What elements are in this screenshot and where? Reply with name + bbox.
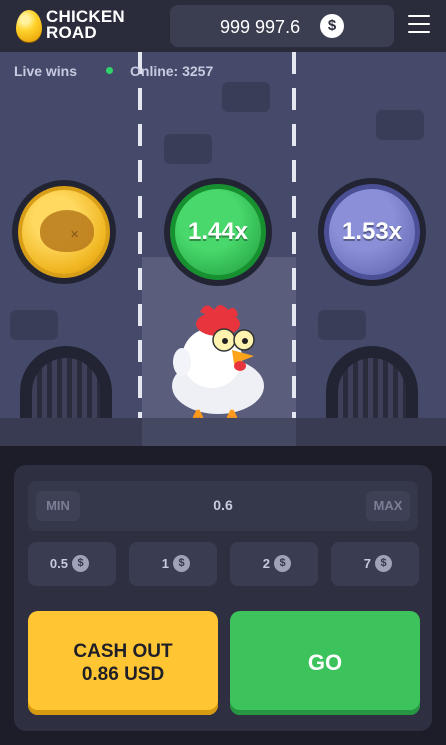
logo-text: CHICKEN ROAD bbox=[46, 8, 125, 42]
wall-brick bbox=[318, 310, 366, 340]
balance-display[interactable]: 999 997.6 $ bbox=[170, 5, 394, 47]
online-count: Online: 3257 bbox=[130, 63, 214, 79]
wall-brick bbox=[10, 310, 58, 340]
quick-bet-button[interactable]: 7 $ bbox=[331, 542, 419, 586]
quick-bet-button[interactable]: 1 $ bbox=[129, 542, 217, 586]
cash-out-label: CASH OUT bbox=[73, 641, 173, 662]
multiplier-value: 1.44x bbox=[187, 218, 249, 245]
egg-icon bbox=[16, 10, 42, 42]
bet-amount-row: MIN 0.6 MAX bbox=[28, 481, 418, 531]
balance-value: 999 997.6 bbox=[220, 17, 301, 37]
live-wins-label[interactable]: Live wins bbox=[14, 63, 77, 79]
max-bet-button[interactable]: MAX bbox=[366, 491, 410, 521]
chicken-icon bbox=[172, 305, 264, 418]
bet-panel: MIN 0.6 MAX 0.5 $ 1 $ 2 $ 7 $ CASH OUT 0… bbox=[14, 465, 432, 731]
dollar-coin-icon: $ bbox=[320, 14, 344, 38]
sewer-grate bbox=[326, 346, 418, 418]
multiplier-coin[interactable]: 1.53x bbox=[318, 178, 426, 286]
multiplier-value: 1.53x bbox=[341, 218, 403, 245]
hamburger-menu-icon[interactable] bbox=[408, 15, 430, 33]
top-bar: CHICKEN ROAD 999 997.6 $ bbox=[0, 0, 446, 52]
logo-line-2: ROAD bbox=[46, 23, 97, 42]
go-label: GO bbox=[307, 650, 343, 675]
quick-bet-value: 0.5 bbox=[49, 556, 68, 571]
wall-brick bbox=[376, 110, 424, 140]
game-logo: CHICKEN ROAD bbox=[16, 8, 136, 44]
bet-amount-input[interactable]: 0.6 bbox=[28, 497, 418, 513]
cash-out-button[interactable]: CASH OUT 0.86 USD bbox=[28, 611, 218, 715]
online-status-dot bbox=[106, 67, 113, 74]
dollar-coin-icon: $ bbox=[375, 555, 392, 572]
roast-chicken-icon bbox=[40, 210, 94, 252]
cash-out-amount: 0.86 USD bbox=[81, 664, 165, 685]
dollar-coin-icon: $ bbox=[173, 555, 190, 572]
lane-divider bbox=[292, 52, 296, 418]
lane-divider bbox=[138, 52, 142, 418]
quick-bet-value: 7 bbox=[363, 556, 371, 571]
wall-brick bbox=[164, 134, 212, 164]
quick-bet-button[interactable]: 0.5 $ bbox=[28, 542, 116, 586]
quick-bet-value: 1 bbox=[161, 556, 169, 571]
sewer-grate bbox=[20, 346, 112, 418]
game-scene: Live wins Online: 3257 1.44x 1.53x bbox=[0, 52, 446, 418]
dollar-coin-icon: $ bbox=[72, 555, 89, 572]
lane-ground bbox=[142, 418, 296, 446]
quick-bet-button[interactable]: 2 $ bbox=[230, 542, 318, 586]
go-button[interactable]: GO bbox=[230, 611, 420, 715]
quick-bet-value: 2 bbox=[262, 556, 270, 571]
dollar-coin-icon: $ bbox=[274, 555, 291, 572]
collected-coin bbox=[12, 180, 116, 284]
wall-brick bbox=[222, 82, 270, 112]
multiplier-coin-next[interactable]: 1.44x bbox=[164, 178, 272, 286]
